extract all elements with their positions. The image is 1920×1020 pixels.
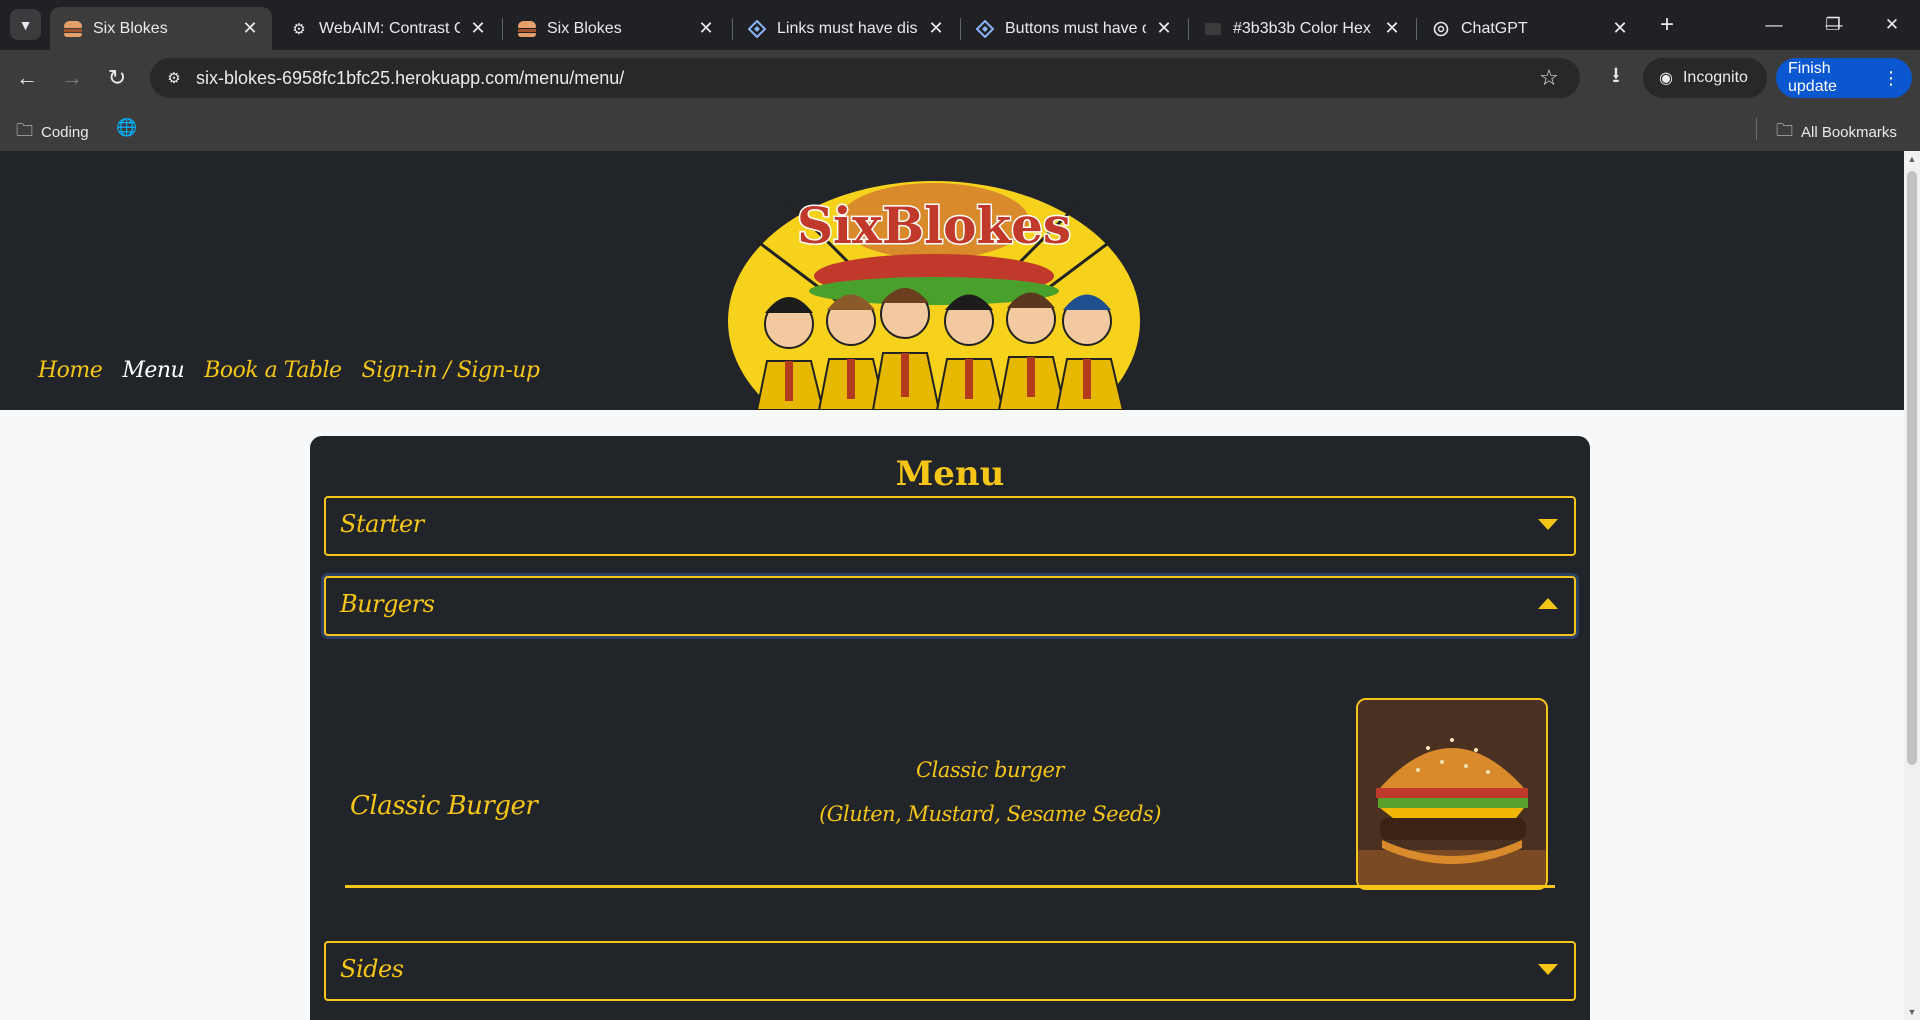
url-text[interactable]: six-blokes-6958fc1bfc25.herokuapp.com/me… [196,68,624,89]
downloads-button[interactable]: ⭳ [1602,62,1630,91]
restore-icon: ❐ [1825,15,1841,34]
more-menu-icon: ⋮ [1882,67,1900,88]
incognito-icon: ◉ [1659,70,1673,87]
main-nav: Home Menu Book a Table Sign-in / Sign-up [38,358,559,383]
axe-icon [976,19,994,38]
browser-tab-links-rule[interactable]: Links must have disc ✕ [734,7,958,50]
menu-item-description: Classic burger (Gluten, Mustard, Sesame … [770,748,1210,836]
folder-icon: 🗀 [16,121,33,140]
bookmarks-bar: 🗀 Coding 🌐 🗀 All Bookmarks [0,106,1920,152]
close-window-button[interactable]: ✕ [1872,8,1912,42]
browser-tab-color-hex[interactable]: #3b3b3b Color Hex C ✕ [1190,7,1414,50]
close-tab-icon[interactable]: ✕ [240,18,260,39]
tab-separator [1188,18,1189,40]
close-tab-icon[interactable]: ✕ [1610,18,1630,39]
browser-tab-webaim[interactable]: ⚙ WebAIM: Contrast Ch ✕ [276,7,500,50]
burger-icon [64,20,82,38]
bookmarks-separator [1756,118,1757,140]
menu-item-allergens: (Gluten, Mustard, Sesame Seeds) [819,802,1161,826]
chatgpt-icon [1432,20,1450,38]
reload-icon: ↻ [107,65,127,90]
browser-tab-six-blokes[interactable]: Six Blokes ✕ [50,7,272,50]
incognito-label: Incognito [1682,69,1748,86]
browser-tab-chatgpt[interactable]: ChatGPT ✕ [1418,7,1642,50]
browser-tab-six-blokes-2[interactable]: Six Blokes ✕ [504,7,728,50]
chevron-down-icon: ▼ [18,16,33,33]
close-tab-icon[interactable]: ✕ [926,18,946,39]
scroll-down-icon[interactable]: ▼ [1904,1004,1920,1020]
finish-update-button[interactable]: Finish update ⋮ [1776,58,1912,98]
tab-separator [732,18,733,40]
chevron-down-icon [1538,519,1558,530]
axe-icon [748,19,766,38]
scrollbar-thumb[interactable] [1907,171,1917,765]
download-icon: ⭳ [1612,62,1620,87]
page-scrollbar[interactable]: ▲ ▼ [1904,151,1920,1020]
browser-tab-buttons-rule[interactable]: Buttons must have d ✕ [962,7,1186,50]
menu-item-desc-text: Classic burger [916,758,1064,782]
arrow-right-icon: → [61,65,83,90]
address-bar[interactable]: ⚙ six-blokes-6958fc1bfc25.herokuapp.com/… [150,58,1580,98]
menu-item-name: Classic Burger [350,791,538,821]
close-tab-icon[interactable]: ✕ [696,18,716,39]
arrow-left-icon: ← [16,65,38,90]
tab-search-button[interactable]: ▼ [10,9,41,40]
browser-tab-strip: ▼ Six Blokes ✕ ⚙ WebAIM: Contrast Ch ✕ S… [0,0,1920,50]
chevron-up-icon [1538,598,1558,609]
back-button[interactable]: ← [13,64,41,92]
accordion-burgers[interactable]: Burgers [324,576,1576,636]
incognito-indicator[interactable]: ◉ Incognito [1643,58,1767,98]
nav-book-a-table[interactable]: Book a Table [204,358,342,383]
accordion-starter[interactable]: Starter [324,496,1576,556]
close-icon: ✕ [1884,15,1900,34]
colorhex-icon [1204,20,1222,38]
accordion-sides[interactable]: Sides [324,941,1576,1001]
finish-update-label: Finish update [1788,60,1837,95]
nav-menu[interactable]: Menu [122,358,184,383]
all-bookmarks[interactable]: 🗀 All Bookmarks [1776,118,1897,147]
burger-icon [518,20,536,38]
folder-icon: 🗀 [1776,121,1793,140]
nav-home[interactable]: Home [38,358,103,383]
page-viewport: Home Menu Book a Table Sign-in / Sign-up [0,151,1920,1020]
close-tab-icon[interactable]: ✕ [1154,18,1174,39]
bookmark-globe[interactable]: 🌐 [116,118,145,138]
chevron-down-icon [1538,964,1558,975]
tab-separator [960,18,961,40]
close-tab-icon[interactable]: ✕ [1382,18,1402,39]
tab-separator [1416,18,1417,40]
site-settings-icon[interactable]: ⚙ [164,68,184,88]
globe-icon: 🌐 [116,118,138,137]
bookmark-coding[interactable]: 🗀 Coding [16,118,89,147]
restore-window-button[interactable]: ❐ [1813,8,1853,42]
forward-button[interactable]: → [58,64,86,92]
browser-toolbar: ← → ↻ ⚙ six-blokes-6958fc1bfc25.herokuap… [0,50,1920,106]
site-header: Home Menu Book a Table Sign-in / Sign-up [0,151,1904,410]
bookmark-star-icon[interactable]: ☆ [1536,65,1562,91]
minimize-window-button-2[interactable]: — [1754,8,1794,42]
menu-title: Menu [895,454,1005,494]
plus-icon: + [1659,11,1674,38]
menu-card: Menu Starter Burgers Classic Burger Clas… [310,436,1590,1020]
minimize-icon: — [1765,15,1783,34]
menu-item-image [1356,698,1548,890]
new-tab-button[interactable]: + [1652,10,1682,40]
tab-separator [502,18,503,40]
nav-sign-in[interactable]: Sign-in / Sign-up [362,358,540,383]
logo-text: SixBlokes [797,196,1071,255]
site-logo[interactable]: SixBlokes [727,181,1141,410]
reload-button[interactable]: ↻ [103,64,131,92]
menu-item-divider [345,885,1555,888]
gear-icon: ⚙ [292,20,306,38]
scroll-up-icon[interactable]: ▲ [1904,151,1920,167]
close-tab-icon[interactable]: ✕ [468,18,488,39]
